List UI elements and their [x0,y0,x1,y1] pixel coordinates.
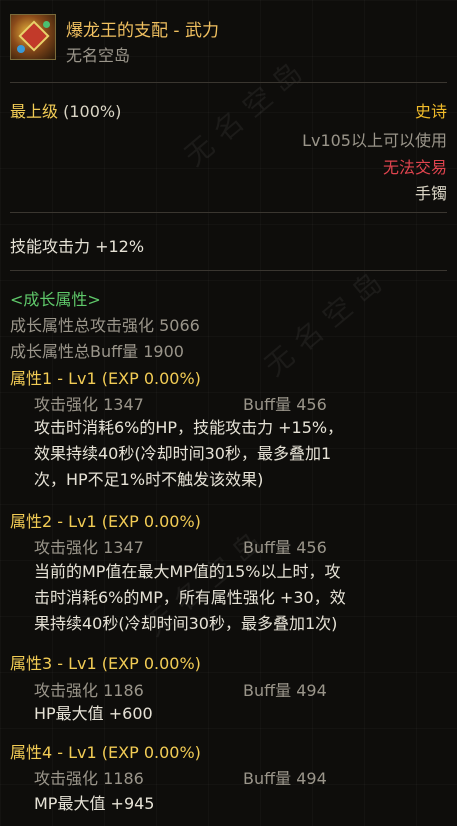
bracelet-icon[interactable] [10,14,56,60]
divider [10,212,447,213]
attribute-description: 攻击时消耗6%的HP，技能攻击力 +15%， [34,418,344,437]
attribute-buff: Buff量 456 [243,538,327,557]
attribute-description: 击时消耗6%的MP，所有属性强化 +30，效 [34,588,346,607]
growth-header: <成长属性> [10,290,101,309]
item-tooltip: 爆龙王的支配 - 武力 无名空岛 最上级 (100%) 史诗 Lv105以上可以… [0,0,457,826]
attribute-description: 当前的MP值在最大MP值的15%以上时，攻 [34,562,341,581]
attribute-attack: 攻击强化 1347 [34,538,144,557]
item-source: 无名空岛 [66,46,131,65]
equipment-slot: 手镯 [414,184,447,203]
grade-row: 最上级 (100%) [10,98,121,122]
attribute-attack: 攻击强化 1186 [34,681,144,700]
item-name: 爆龙王的支配 - 武力 [66,21,219,41]
attribute-description: 果持续40秒(冷却时间30秒，最多叠加1次) [34,614,338,633]
attribute-description: MP最大值 +945 [34,794,155,813]
attribute-title: 属性1 - Lv1 (EXP 0.00%) [10,369,201,388]
tooltip-header: 爆龙王的支配 - 武力 无名空岛 [10,10,447,72]
divider [10,82,447,83]
attribute-buff: Buff量 494 [243,769,327,788]
attribute-title: 属性2 - Lv1 (EXP 0.00%) [10,512,201,531]
divider [10,270,447,271]
attribute-buff: Buff量 494 [243,681,327,700]
trade-status: 无法交易 [382,158,447,177]
attribute-description: 次，HP不足1%时不触发该效果) [34,470,264,489]
growth-total-attack: 成长属性总攻击强化 5066 [10,316,200,335]
attribute-attack: 攻击强化 1186 [34,769,144,788]
attribute-attack: 攻击强化 1347 [34,395,144,414]
attribute-title: 属性3 - Lv1 (EXP 0.00%) [10,654,201,673]
grade-percent: (100%) [63,102,122,121]
growth-total-buff: 成长属性总Buff量 1900 [10,342,184,361]
level-requirement: Lv105以上可以使用 [302,131,447,150]
attribute-description: HP最大值 +600 [34,704,153,723]
grade-label: 最上级 [10,102,59,121]
skill-attack-stat: 技能攻击力 +12% [10,237,145,256]
rarity-label: 史诗 [414,102,447,121]
attribute-title: 属性4 - Lv1 (EXP 0.00%) [10,743,201,762]
attribute-buff: Buff量 456 [243,395,327,414]
attribute-description: 效果持续40秒(冷却时间30秒，最多叠加1 [34,444,332,463]
